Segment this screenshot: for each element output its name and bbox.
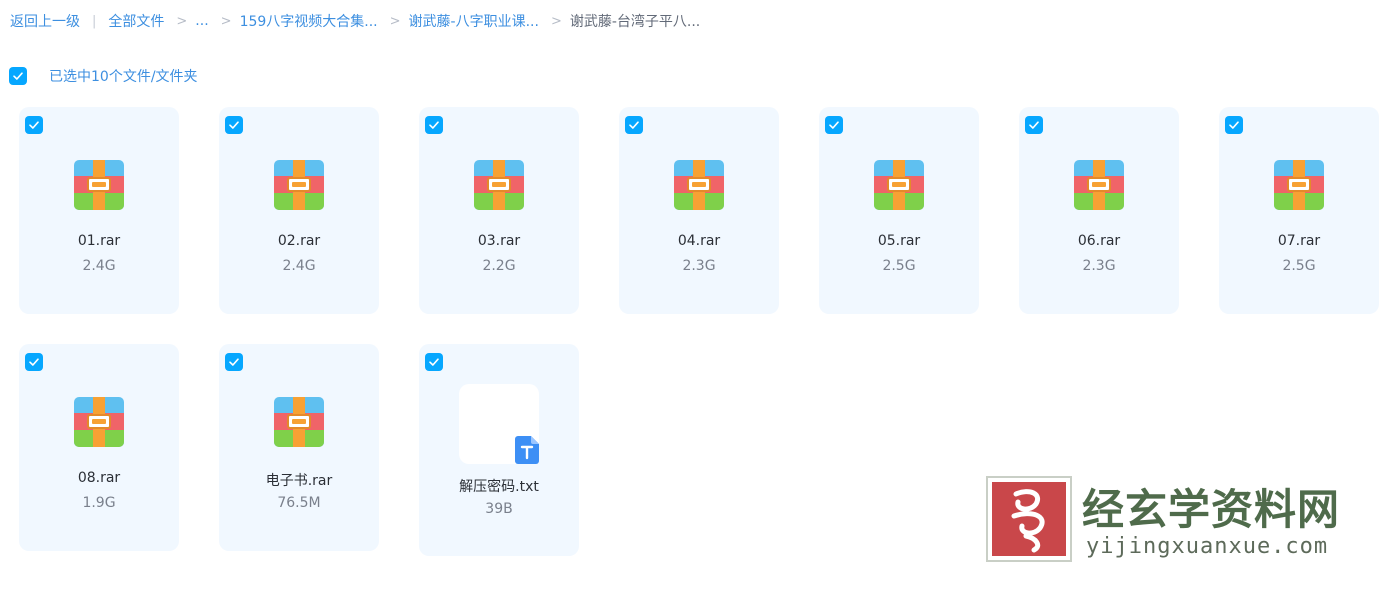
- file-name: 01.rar: [77, 233, 121, 249]
- file-checkbox[interactable]: [225, 116, 243, 134]
- file-name: 06.rar: [1077, 233, 1121, 249]
- check-icon: [1229, 121, 1239, 129]
- file-card[interactable]: 02.rar 2.4G: [219, 107, 379, 314]
- rar-archive-icon: [874, 160, 924, 210]
- file-name: 04.rar: [677, 233, 721, 249]
- file-card[interactable]: 07.rar 2.5G: [1219, 107, 1379, 314]
- rar-archive-icon: [274, 397, 324, 447]
- file-name: 03.rar: [477, 233, 521, 249]
- file-name: 02.rar: [277, 233, 321, 249]
- file-name: 电子书.rar: [265, 473, 333, 489]
- file-name: 07.rar: [1277, 233, 1321, 249]
- file-size: 1.9G: [82, 495, 116, 511]
- file-checkbox[interactable]: [625, 116, 643, 134]
- text-badge-icon: [515, 436, 539, 464]
- file-checkbox[interactable]: [825, 116, 843, 134]
- file-name: 08.rar: [77, 470, 121, 486]
- file-name: 05.rar: [877, 233, 921, 249]
- file-checkbox[interactable]: [1025, 116, 1043, 134]
- watermark-name: 经玄学资料网: [1082, 485, 1341, 534]
- file-card[interactable]: 04.rar 2.3G: [619, 107, 779, 314]
- rar-archive-icon: [474, 160, 524, 210]
- rar-archive-icon: [1074, 160, 1124, 210]
- file-size: 2.5G: [1282, 258, 1316, 274]
- check-icon: [29, 358, 39, 366]
- file-checkbox[interactable]: [25, 353, 43, 371]
- watermark-logo-icon: [986, 476, 1072, 562]
- file-size: 2.3G: [1082, 258, 1116, 274]
- file-size: 2.2G: [482, 258, 516, 274]
- check-icon: [629, 121, 639, 129]
- file-card[interactable]: 08.rar 1.9G: [19, 344, 179, 551]
- check-icon: [429, 121, 439, 129]
- check-icon: [229, 358, 239, 366]
- check-icon: [229, 121, 239, 129]
- file-card[interactable]: 01.rar 2.4G: [19, 107, 179, 314]
- file-card[interactable]: 03.rar 2.2G: [419, 107, 579, 314]
- check-icon: [829, 121, 839, 129]
- watermark-url: yijingxuanxue.com: [1086, 534, 1329, 559]
- check-icon: [429, 358, 439, 366]
- file-checkbox[interactable]: [25, 116, 43, 134]
- file-name: 解压密码.txt: [459, 479, 539, 495]
- check-icon: [29, 121, 39, 129]
- file-checkbox[interactable]: [425, 353, 443, 371]
- file-checkbox[interactable]: [425, 116, 443, 134]
- file-size: 2.5G: [882, 258, 916, 274]
- file-card[interactable]: 解压密码.txt 39B: [419, 344, 579, 556]
- rar-archive-icon: [74, 160, 124, 210]
- file-size: 76.5M: [277, 495, 321, 511]
- file-card[interactable]: 06.rar 2.3G: [1019, 107, 1179, 314]
- file-card[interactable]: 05.rar 2.5G: [819, 107, 979, 314]
- rar-archive-icon: [1274, 160, 1324, 210]
- file-size: 39B: [485, 501, 513, 517]
- file-size: 2.4G: [82, 258, 116, 274]
- file-checkbox[interactable]: [1225, 116, 1243, 134]
- file-browser: 返回上一级 | 全部文件 > ... > 159八字视频大合集... > 谢武藤…: [0, 0, 1381, 591]
- file-card[interactable]: 电子书.rar 76.5M: [219, 344, 379, 551]
- rar-archive-icon: [74, 397, 124, 447]
- file-size: 2.4G: [282, 258, 316, 274]
- rar-archive-icon: [674, 160, 724, 210]
- file-size: 2.3G: [682, 258, 716, 274]
- rar-archive-icon: [274, 160, 324, 210]
- file-checkbox[interactable]: [225, 353, 243, 371]
- check-icon: [1029, 121, 1039, 129]
